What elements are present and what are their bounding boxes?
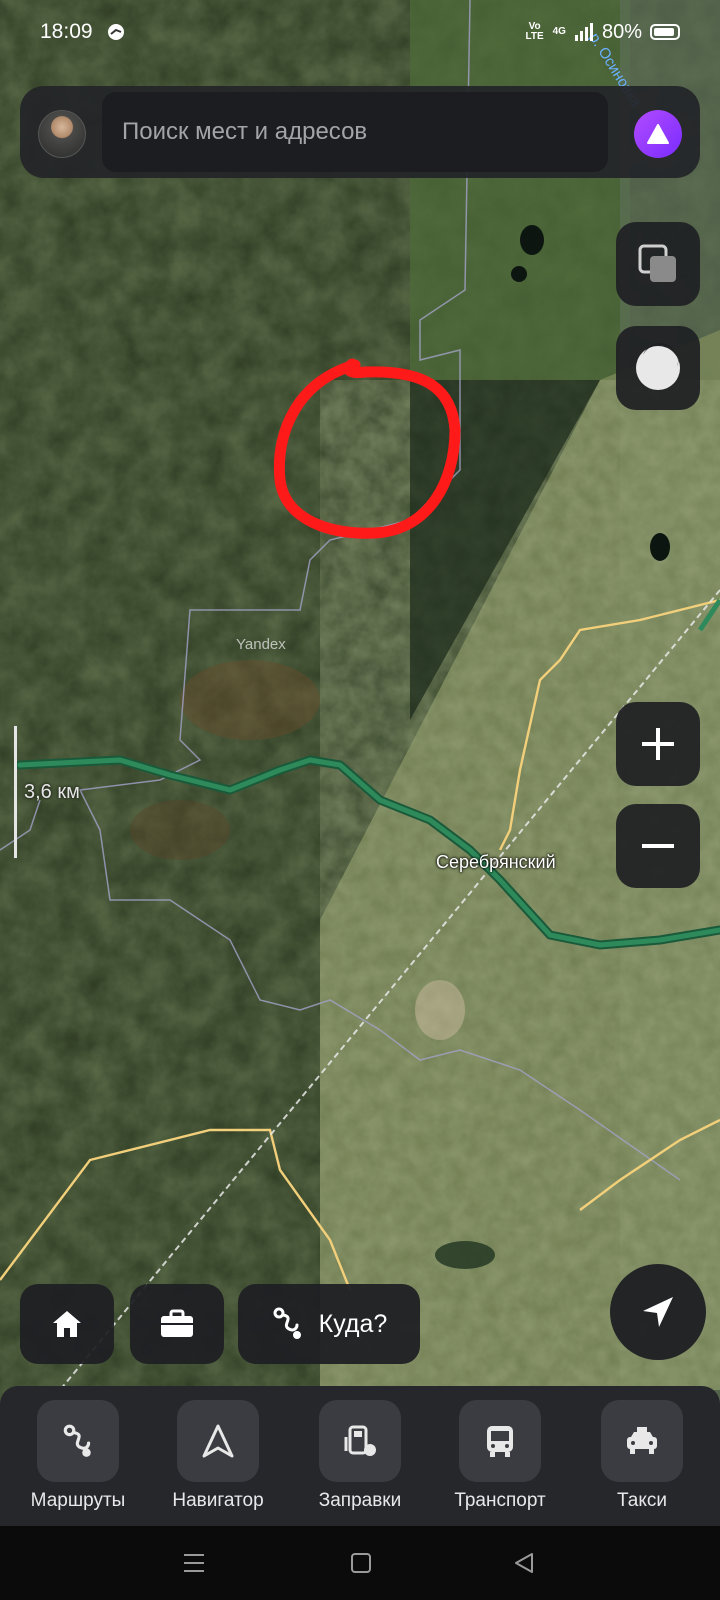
tab-label-routes: Маршруты	[30, 1490, 126, 1511]
recents-icon[interactable]	[182, 1552, 206, 1574]
where-to-label: Куда?	[318, 1309, 388, 1338]
back-triangle-icon[interactable]	[512, 1551, 536, 1575]
tab-label-transport: Транспорт	[454, 1490, 546, 1511]
scale-bar	[14, 726, 17, 858]
tab-navigator[interactable]: Навигатор	[148, 1400, 288, 1512]
tab-transport[interactable]: Транспорт	[430, 1400, 570, 1512]
battery-icon	[650, 24, 680, 40]
work-shortcut-button[interactable]	[130, 1284, 224, 1364]
signal-icon	[574, 23, 593, 41]
volte-indicator: Vo LTE	[525, 21, 544, 42]
battery-percent: 80%	[601, 20, 642, 43]
briefcase-icon	[161, 1309, 193, 1337]
clock: 18:09	[40, 20, 93, 43]
avatar[interactable]	[38, 110, 86, 158]
night-mode-button[interactable]	[616, 326, 700, 410]
system-nav-bar	[0, 1526, 720, 1600]
taxi-icon	[601, 1400, 683, 1482]
tab-taxi[interactable]: Такси	[572, 1400, 712, 1512]
search-bar: Поиск мест и адресов	[20, 86, 700, 178]
routes-icon	[37, 1400, 119, 1482]
status-bar: 18:09 Vo LTE 4G 80%	[0, 0, 720, 64]
my-location-button[interactable]	[610, 1264, 706, 1360]
map-layers-button[interactable]	[616, 222, 700, 306]
network-4g-indicator: 4G	[552, 26, 566, 37]
alice-assistant-button[interactable]	[634, 110, 682, 158]
layers-icon	[638, 244, 676, 282]
city-label[interactable]: Серебрянский	[436, 852, 556, 873]
route-squiggle-icon	[273, 1307, 301, 1339]
search-input[interactable]: Поиск мест и адресов	[102, 92, 608, 172]
home-shortcut-button[interactable]	[20, 1284, 114, 1364]
alice-icon	[647, 124, 669, 144]
plus-icon	[642, 728, 674, 760]
zoom-out-button[interactable]	[616, 804, 700, 888]
tab-label-navigator: Навигатор	[172, 1490, 264, 1511]
search-placeholder: Поиск мест и адресов	[122, 118, 368, 145]
where-to-button[interactable]: Куда?	[238, 1284, 420, 1364]
fuel-station-icon	[319, 1400, 401, 1482]
bottom-tab-bar: Маршруты Навигатор Заправки Транспорт Та…	[0, 1386, 720, 1526]
bus-icon	[459, 1400, 541, 1482]
location-arrow-icon	[643, 1297, 673, 1327]
tab-label-taxi: Такси	[617, 1490, 667, 1511]
yandex-watermark: Yandex	[236, 636, 286, 653]
scale-label: 3,6 км	[24, 781, 80, 803]
tab-routes[interactable]: Маршруты	[8, 1400, 148, 1512]
zoom-in-button[interactable]	[616, 702, 700, 786]
minus-icon	[642, 844, 674, 848]
app-notification-icon	[107, 24, 124, 40]
home-icon	[53, 1311, 81, 1337]
navigator-arrow-icon	[177, 1400, 259, 1482]
tab-label-fuel: Заправки	[318, 1490, 402, 1511]
theme-toggle-icon	[636, 343, 680, 390]
tab-fuel[interactable]: Заправки	[290, 1400, 430, 1512]
home-square-icon[interactable]	[350, 1552, 372, 1574]
